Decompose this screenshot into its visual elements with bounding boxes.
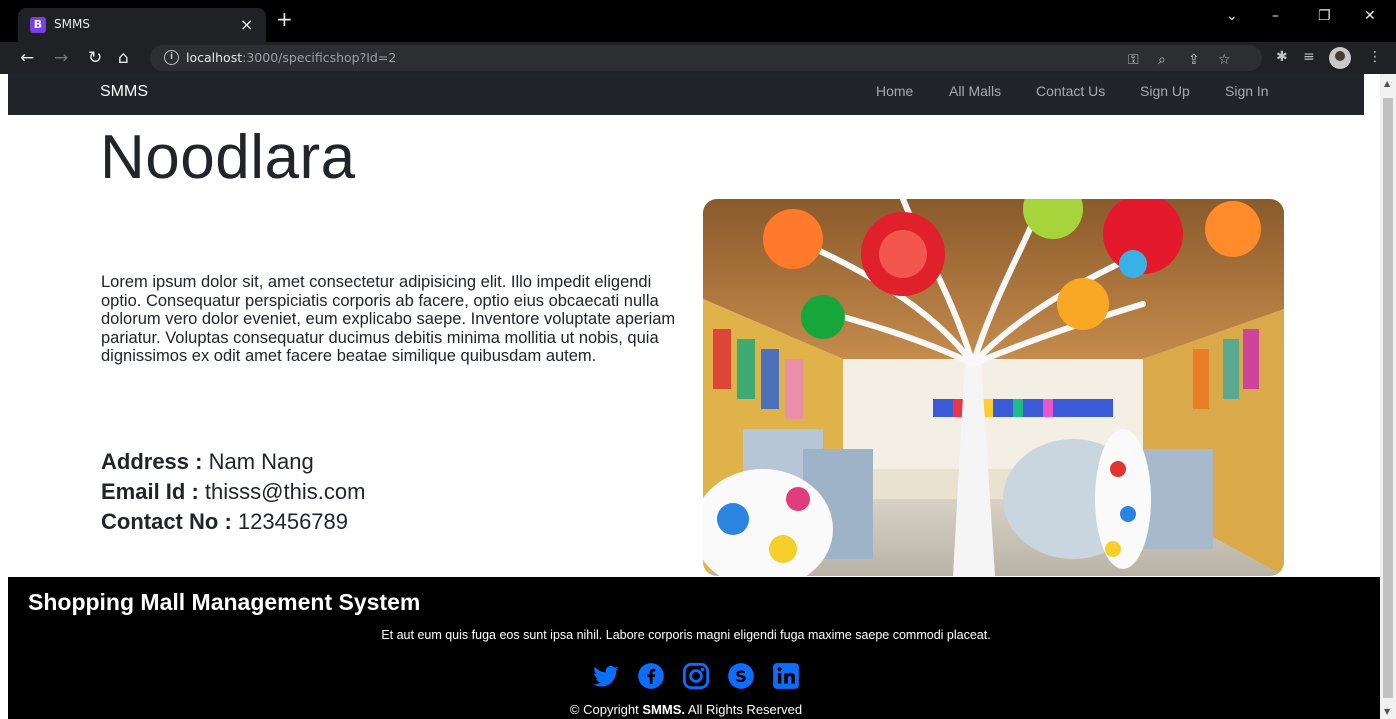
nav-sign-in[interactable]: Sign In xyxy=(1225,83,1269,99)
home-icon[interactable]: ⌂ xyxy=(118,48,129,68)
scroll-down-arrow-icon[interactable]: ▼ xyxy=(1384,707,1390,716)
browser-tab[interactable]: B SMMS × xyxy=(18,8,266,42)
extensions-puzzle-icon[interactable]: ✱ xyxy=(1276,49,1288,65)
instagram-icon[interactable] xyxy=(682,662,710,690)
reload-icon[interactable]: ↻ xyxy=(88,48,102,68)
address-line: Address : Nam Nang xyxy=(101,449,314,475)
browser-tab-strip: B SMMS × + ⌄ – ❐ ✕ xyxy=(0,0,1396,42)
bookmark-star-icon[interactable]: ☆ xyxy=(1218,52,1231,68)
bootstrap-favicon-icon: B xyxy=(30,17,46,33)
contact-label: Contact No : xyxy=(101,509,232,534)
site-navbar: SMMS Home All Malls Contact Us Sign Up S… xyxy=(8,74,1364,115)
restore-icon[interactable]: ❐ xyxy=(1318,8,1331,24)
email-value: thisss@this.com xyxy=(204,479,366,504)
page-viewport: SMMS Home All Malls Contact Us Sign Up S… xyxy=(0,74,1380,719)
zoom-icon[interactable]: ⌕ xyxy=(1158,52,1166,68)
copyright-brand: SMMS. xyxy=(642,702,685,717)
nav-sign-up[interactable]: Sign Up xyxy=(1140,83,1190,99)
page-scrollbar[interactable]: ▲ ▼ xyxy=(1380,74,1396,719)
navbar-brand[interactable]: SMMS xyxy=(100,83,148,101)
twitter-icon[interactable] xyxy=(592,662,620,690)
close-window-icon[interactable]: ✕ xyxy=(1364,8,1376,24)
email-label: Email Id : xyxy=(101,479,199,504)
site-info-icon[interactable]: i xyxy=(164,50,179,65)
footer-description: Et aut eum quis fuga eos sunt ipsa nihil… xyxy=(381,628,991,642)
svg-text:S: S xyxy=(735,667,747,686)
tab-title: SMMS xyxy=(54,17,90,31)
email-line: Email Id : thisss@this.com xyxy=(101,479,365,505)
share-icon[interactable]: ⇪ xyxy=(1188,52,1200,68)
copyright: © Copyright SMMS. All Rights Reserved xyxy=(569,702,803,717)
menu-kebab-icon[interactable]: ⋮ xyxy=(1368,49,1382,65)
site-footer: Shopping Mall Management System Et aut e… xyxy=(8,577,1380,719)
forward-icon[interactable]: → xyxy=(54,48,68,68)
contact-value: 123456789 xyxy=(237,509,349,534)
reading-list-icon[interactable]: ≡ xyxy=(1303,49,1315,65)
nav-all-malls[interactable]: All Malls xyxy=(949,83,1001,99)
skype-icon[interactable]: S xyxy=(727,662,755,690)
tab-close-icon[interactable]: × xyxy=(240,15,253,34)
address-label: Address : xyxy=(101,449,203,474)
nav-contact-us[interactable]: Contact Us xyxy=(1036,83,1105,99)
address-value: Nam Nang xyxy=(208,449,314,474)
facebook-icon[interactable] xyxy=(637,662,665,690)
shop-title: Noodlara xyxy=(100,123,356,192)
tab-search-chevron-icon[interactable]: ⌄ xyxy=(1226,8,1238,24)
contact-line: Contact No : 123456789 xyxy=(101,509,348,535)
shop-description: Lorem ipsum dolor sit, amet consectetur … xyxy=(101,273,676,366)
back-icon[interactable]: ← xyxy=(20,48,34,68)
url-text[interactable]: localhost:3000/specificshop?Id=2 xyxy=(186,50,396,65)
password-key-icon[interactable]: ⚿ xyxy=(1128,52,1139,68)
scrollbar-thumb[interactable] xyxy=(1383,98,1393,698)
linkedin-icon[interactable] xyxy=(772,662,800,690)
nav-home[interactable]: Home xyxy=(876,83,913,99)
scroll-up-arrow-icon[interactable]: ▲ xyxy=(1384,79,1390,88)
browser-toolbar: ← → ↻ ⌂ i localhost:3000/specificshop?Id… xyxy=(0,42,1396,74)
new-tab-icon[interactable]: + xyxy=(276,9,293,29)
footer-title: Shopping Mall Management System xyxy=(28,589,421,615)
profile-avatar[interactable] xyxy=(1329,47,1351,69)
minimize-icon[interactable]: – xyxy=(1272,8,1279,24)
address-bar[interactable]: i localhost:3000/specificshop?Id=2 ⚿ ⌕ ⇪… xyxy=(150,45,1262,71)
shop-image xyxy=(703,199,1284,576)
